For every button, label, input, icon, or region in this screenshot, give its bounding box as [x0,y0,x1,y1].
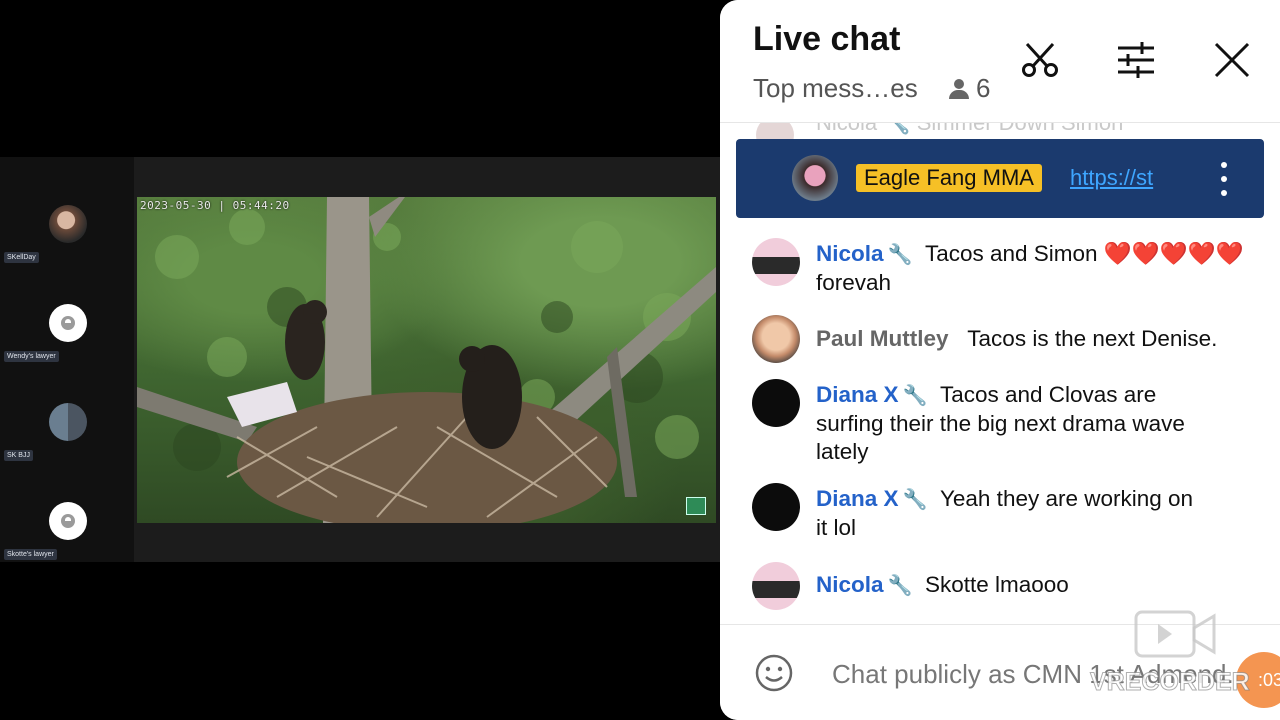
clip-button[interactable] [1018,38,1062,82]
pinned-message-banner[interactable]: Eagle Fang MMA https://st [736,139,1264,218]
emoji-button[interactable] [754,653,794,693]
participant-sidebar: SKellDay Wendy's lawyer SK BJJ Skotte's … [0,157,134,562]
message-author[interactable]: Nicola [816,572,884,597]
default-user-icon [49,304,87,342]
message-text: Skotte lmaooo [924,572,1069,597]
close-icon [1214,42,1250,78]
chat-header: Live chat Top mess…es 6 [720,0,1280,123]
moderator-wrench-icon: 🔧 [887,244,913,266]
avatar [752,562,800,610]
smiley-icon [755,654,793,692]
camera-logo [686,497,706,515]
avatar [752,315,800,363]
default-user-icon [49,502,87,540]
message-hearts: ❤️❤️❤️❤️❤️ [1103,241,1244,266]
message-text: Tacos is the next Denise. [967,326,1218,351]
message-text: Tacos and Simon [924,241,1104,266]
chat-composer: Chat publicly as CMN 1st Admend... [720,624,1280,720]
moderator-wrench-icon: 🔧 [887,575,913,597]
scissors-icon [1022,42,1058,77]
pinned-link[interactable]: https://st [1070,165,1170,191]
live-chat-panel: Live chat Top mess…es 6 Nicola 🔧 Simmer … [720,0,1280,720]
close-chat-button[interactable] [1210,38,1254,82]
participant-tile[interactable]: Wendy's lawyer [4,270,130,366]
participant-name: SKellDay [4,252,39,263]
participant-avatar [49,205,87,243]
member-badge: Eagle Fang MMA [856,164,1042,192]
message-author[interactable]: Diana X [816,486,899,511]
avatar [792,155,838,201]
more-options-icon[interactable] [1210,162,1238,196]
participant-tile[interactable]: SK BJJ [4,369,130,465]
participant-tile[interactable]: Skotte's lawyer [4,468,130,564]
person-icon [948,78,970,100]
moderator-wrench-icon: 🔧 [902,385,928,407]
avatar [752,238,800,286]
nest-scene [137,197,716,523]
participant-tile[interactable]: SKellDay [4,171,130,267]
eagle-nest-camera-feed: 2023-05-30 | 05:44:20 [137,197,716,523]
message-author[interactable]: Diana X [816,382,899,407]
participant-name: Skotte's lawyer [4,549,57,560]
message-author[interactable]: Paul Muttley [816,326,949,351]
participant-name: Wendy's lawyer [4,351,59,362]
camera-timestamp: 2023-05-30 | 05:44:20 [140,199,290,212]
avatar [752,483,800,531]
participant-avatar [49,403,87,441]
participant-name: SK BJJ [4,450,33,461]
viewer-count[interactable]: 6 [948,73,990,104]
viewer-count-value: 6 [976,73,991,103]
chat-settings-button[interactable] [1114,38,1158,82]
avatar [752,379,800,427]
moderator-wrench-icon: 🔧 [902,489,928,511]
message-text-tail: forevah [816,270,892,295]
message-author[interactable]: Nicola [816,241,884,266]
chat-title: Live chat [753,20,901,58]
chat-message-input[interactable]: Chat publicly as CMN 1st Admend... [832,659,1248,690]
sliders-icon [1118,42,1154,78]
video-conference-stream[interactable]: SKellDay Wendy's lawyer SK BJJ Skotte's … [0,157,720,562]
chat-mode-selector[interactable]: Top mess…es [753,73,918,104]
